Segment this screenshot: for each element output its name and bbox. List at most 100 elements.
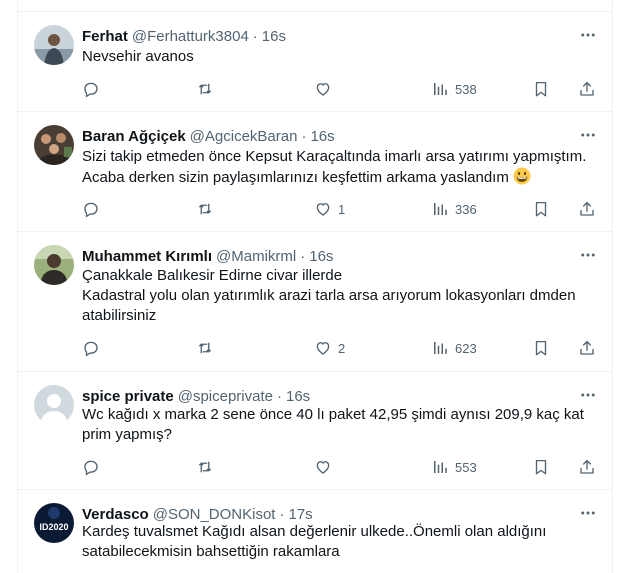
separator-dot: · [301, 127, 307, 145]
retweet-icon [198, 342, 212, 354]
share-button[interactable] [578, 79, 596, 99]
views-chart-icon [434, 83, 447, 95]
bookmark-icon [535, 81, 547, 97]
more-options-icon[interactable] [578, 503, 598, 523]
heart-icon [316, 461, 330, 474]
reply-icon [84, 460, 98, 476]
retweet-button[interactable] [196, 199, 220, 219]
tweet[interactable]: Ferhat @Ferhatturk3804 · 16s Nevsehir av… [18, 12, 612, 112]
share-button[interactable] [578, 338, 596, 358]
tweet[interactable]: spice private @spiceprivate · 16s Wc kağ… [18, 372, 612, 490]
retweet-icon [198, 203, 212, 215]
bookmark-button[interactable] [532, 338, 550, 358]
timestamp[interactable]: 16s [310, 128, 334, 145]
tweet-text: Nevsehir avanos [82, 48, 194, 65]
reply-icon [84, 82, 98, 98]
share-icon [580, 81, 594, 96]
author-name[interactable]: Baran Ağçiçek [82, 128, 186, 145]
bookmark-button[interactable] [532, 457, 550, 477]
avatar[interactable]: ID2020 [34, 503, 74, 543]
heart-icon [316, 83, 330, 96]
heart-icon [316, 342, 330, 355]
bookmark-button[interactable] [532, 199, 550, 219]
tweet-text: Çanakkale Balıkesir Edirne civar illerde… [82, 267, 576, 324]
more-options-icon[interactable] [578, 245, 598, 265]
share-icon [580, 459, 594, 474]
author-handle[interactable]: @Ferhatturk3804 [132, 28, 249, 45]
separator-dot: · [300, 247, 306, 265]
action-bar: 1 336 [82, 199, 596, 219]
tweet[interactable]: Baran Ağçiçek @AgcicekBaran · 16s Sizi t… [18, 112, 612, 232]
reply-button[interactable] [82, 79, 106, 99]
retweet-button[interactable] [196, 457, 220, 477]
separator-dot: · [279, 505, 285, 523]
action-bar: 553 [82, 457, 596, 477]
like-button[interactable] [314, 79, 338, 99]
reply-button[interactable] [82, 457, 106, 477]
avatar[interactable] [34, 125, 74, 165]
like-button[interactable] [314, 457, 338, 477]
author-handle[interactable]: @Mamikrml [216, 248, 296, 265]
tweet-text: Wc kağıdı x marka 2 sene önce 40 lı pake… [82, 406, 584, 443]
author-handle[interactable]: @spiceprivate [178, 388, 273, 405]
views-chart-icon [434, 461, 447, 473]
author-name[interactable]: Muhammet Kırımlı [82, 248, 212, 265]
bookmark-button[interactable] [532, 79, 550, 99]
views-button[interactable]: 553 [431, 457, 477, 477]
timestamp[interactable]: 16s [262, 28, 286, 45]
tweet-text-content: Sizi takip etmeden önce Kepsut Karaçaltı… [82, 148, 587, 186]
retweet-icon [198, 461, 212, 473]
avatar-logo-text: ID2020 [39, 522, 68, 532]
like-count: 2 [338, 340, 346, 356]
tweet-text: Kardeş tuvalsmet Kağıdı alsan değerlenir… [82, 523, 547, 560]
share-button[interactable] [578, 457, 596, 477]
reply-icon [84, 202, 98, 218]
reply-button[interactable] [82, 338, 106, 358]
views-chart-icon [434, 342, 447, 354]
author-handle[interactable]: @AgcicekBaran [190, 128, 298, 145]
heart-icon [316, 203, 330, 216]
view-count: 538 [455, 81, 477, 97]
separator-dot: · [277, 387, 282, 405]
reply-icon [84, 341, 98, 357]
tweet[interactable]: ID2020 Verdasco @SON_DONKisot · 17s Kard… [18, 490, 612, 573]
retweet-icon [198, 83, 212, 95]
like-button[interactable]: 2 [314, 338, 345, 358]
more-options-icon[interactable] [578, 25, 598, 45]
bookmark-icon [535, 340, 547, 356]
more-options-icon[interactable] [578, 125, 598, 145]
view-count: 553 [455, 459, 477, 475]
view-count: 336 [455, 201, 477, 217]
view-count: 623 [455, 340, 477, 356]
more-options-icon[interactable] [578, 385, 598, 405]
timestamp[interactable]: 16s [286, 388, 310, 405]
avatar[interactable] [34, 385, 74, 425]
like-count: 1 [338, 201, 346, 217]
reply-button[interactable] [82, 199, 106, 219]
views-button[interactable]: 538 [431, 79, 477, 99]
avatar[interactable] [34, 25, 74, 65]
views-chart-icon [434, 203, 447, 215]
share-button[interactable] [578, 199, 596, 219]
grinning-face-emoji-icon [513, 167, 531, 185]
author-name[interactable]: Verdasco [82, 506, 149, 523]
author-name[interactable]: Ferhat [82, 28, 128, 45]
timeline: Ferhat @Ferhatturk3804 · 16s Nevsehir av… [17, 0, 613, 573]
action-bar: 538 [82, 79, 596, 99]
views-button[interactable]: 336 [431, 199, 477, 219]
author-name[interactable]: spice private [82, 388, 174, 405]
retweet-button[interactable] [196, 338, 220, 358]
separator-dot: · [252, 27, 258, 45]
timestamp[interactable]: 17s [288, 506, 312, 523]
tweet[interactable]: Muhammet Kırımlı @Mamikrml · 16s Çanakka… [18, 232, 612, 372]
share-icon [580, 340, 594, 355]
author-handle[interactable]: @SON_DONKisot [153, 506, 276, 523]
timestamp[interactable]: 16s [309, 248, 333, 265]
action-bar: 2 623 [82, 338, 596, 358]
views-button[interactable]: 623 [431, 338, 477, 358]
bookmark-icon [535, 459, 547, 475]
like-button[interactable]: 1 [314, 199, 345, 219]
retweet-button[interactable] [196, 79, 220, 99]
avatar[interactable] [34, 245, 74, 285]
share-icon [580, 201, 594, 216]
